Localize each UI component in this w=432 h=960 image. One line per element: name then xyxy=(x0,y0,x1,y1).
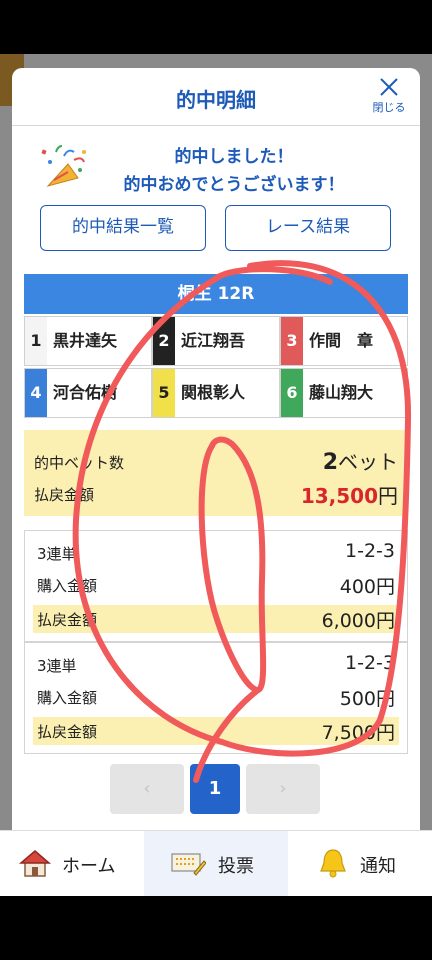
tab-home[interactable]: ホーム xyxy=(0,831,144,897)
racer-number: 1 xyxy=(25,317,47,365)
racer-number: 3 xyxy=(281,317,303,365)
system-navigation-bar xyxy=(0,896,432,960)
racer-name: 河合佑樹 xyxy=(53,383,118,402)
bet-combo: 1-2-3 xyxy=(345,652,395,674)
hit-bets-unit: ベット xyxy=(338,450,398,474)
tab-vote[interactable]: 投票 xyxy=(144,831,288,897)
bet-amount-row: 購入金額 500円 xyxy=(33,683,399,711)
modal-header: 的中明細 閉じる xyxy=(12,68,420,126)
prev-page-button[interactable]: ‹ xyxy=(110,764,184,814)
racer-5: 5 関根彰人 xyxy=(152,368,280,418)
racer-name: 関根彰人 xyxy=(181,383,246,402)
tab-notice[interactable]: 通知 xyxy=(288,831,432,897)
tab-home-label: ホーム xyxy=(62,856,116,877)
bet-combo: 1-2-3 xyxy=(345,540,395,562)
bet-payout-row: 払戻金額 6,000円 xyxy=(33,605,399,633)
payout-total-value: 13,500 xyxy=(300,484,378,508)
bell-icon xyxy=(320,849,346,878)
bet-amount: 400円 xyxy=(339,576,395,598)
hit-summary: 的中ベット数 2ベット 払戻金額 13,500円 xyxy=(24,430,408,516)
payout-total-unit: 円 xyxy=(378,484,398,508)
pagination: ‹ 1 › xyxy=(12,764,420,816)
ticket-icon xyxy=(171,853,206,876)
close-icon xyxy=(380,78,398,96)
congrats-line-1: 的中しました！ xyxy=(174,147,294,167)
racer-1: 1 黒井達矢 xyxy=(24,316,152,366)
bet-type-row: 3連単 1-2-3 xyxy=(33,539,399,567)
bet-payout-label: 払戻金額 xyxy=(37,611,98,629)
bet-amount-label: 購入金額 xyxy=(37,577,98,595)
bottom-tab-bar: ホーム 投票 通知 xyxy=(0,830,432,897)
racer-name: 黒井達矢 xyxy=(53,331,118,350)
race-banner: 桐生 12R xyxy=(24,274,408,314)
modal-title: 的中明細 xyxy=(176,88,256,112)
bet-payout-label: 払戻金額 xyxy=(37,723,98,741)
racer-name: 作間 章 xyxy=(309,331,374,350)
bet-amount-row: 購入金額 400円 xyxy=(33,571,399,599)
congrats-line-2: 的中おめでとうございます！ xyxy=(123,175,345,195)
bet-amount: 500円 xyxy=(339,688,395,710)
bet-payout: 6,000円 xyxy=(321,610,395,632)
bet-amount-label: 購入金額 xyxy=(37,689,98,707)
status-bar xyxy=(0,0,432,54)
racer-number: 2 xyxy=(153,317,175,365)
home-icon xyxy=(18,850,52,877)
hit-bets-label: 的中ベット数 xyxy=(34,454,125,472)
racer-6: 6 藤山翔大 xyxy=(280,368,408,418)
bet-type: 3連単 xyxy=(37,545,77,563)
racer-name: 近江翔吾 xyxy=(181,331,246,350)
racer-3: 3 作間 章 xyxy=(280,316,408,366)
payout-total: 13,500円 xyxy=(301,480,398,509)
bet-type-row: 3連単 1-2-3 xyxy=(33,651,399,679)
bet-payout: 7,500円 xyxy=(321,722,395,744)
tab-vote-label: 投票 xyxy=(218,856,254,877)
next-page-button[interactable]: › xyxy=(246,764,320,814)
racer-grid: 1 黒井達矢 2 近江翔吾 3 作間 章 4 河合佑樹 5 関根彰人 6 藤山翔… xyxy=(24,316,408,420)
hit-results-list-button[interactable]: 的中結果一覧 xyxy=(40,205,206,251)
close-label: 閉じる xyxy=(372,101,406,114)
close-button[interactable]: 閉じる xyxy=(366,74,412,122)
racer-number: 5 xyxy=(153,369,175,417)
racer-4: 4 河合佑樹 xyxy=(24,368,152,418)
hit-bets-value: 2 xyxy=(322,450,338,475)
racer-2: 2 近江翔吾 xyxy=(152,316,280,366)
bet-payout-row: 払戻金額 7,500円 xyxy=(33,717,399,745)
hit-details-modal: 的中明細 閉じる 的中しました！ 的中おめでとうございます！ 的中結果一覧 レー… xyxy=(12,68,420,830)
race-result-button[interactable]: レース結果 xyxy=(225,205,391,251)
hit-bets-count: 2ベット xyxy=(323,446,398,475)
racer-number: 4 xyxy=(25,369,47,417)
bet-type: 3連単 xyxy=(37,657,77,675)
bet-card: 3連単 1-2-3 購入金額 400円 払戻金額 6,000円 xyxy=(24,530,408,642)
bet-card: 3連単 1-2-3 購入金額 500円 払戻金額 7,500円 xyxy=(24,642,408,754)
payout-total-label: 払戻金額 xyxy=(34,486,95,504)
racer-number: 6 xyxy=(281,369,303,417)
page-1-button[interactable]: 1 xyxy=(190,764,240,814)
racer-name: 藤山翔大 xyxy=(309,383,374,402)
congrats-message: 的中しました！ 的中おめでとうございます！ xyxy=(12,138,420,198)
tab-notice-label: 通知 xyxy=(360,856,396,877)
